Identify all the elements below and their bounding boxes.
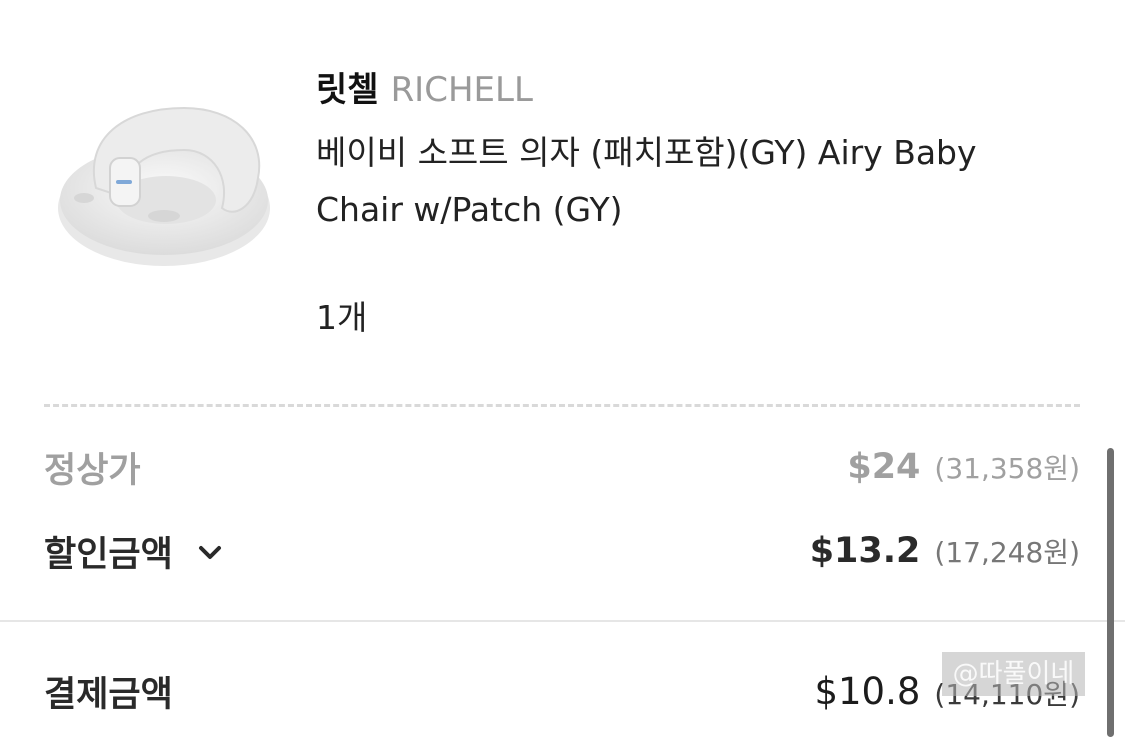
product-name[interactable]: 베이비 소프트 의자 (패치포함)(GY) Airy Baby Chair w/… xyxy=(316,124,1016,238)
total-label: 결제금액 xyxy=(44,674,173,715)
baby-chair-image xyxy=(58,106,270,266)
list-price-usd: $24 xyxy=(847,447,921,487)
chevron-down-icon[interactable] xyxy=(195,536,225,566)
total-row: 결제금액 $10.8 (14,110원) xyxy=(44,666,1080,716)
list-price-row: 정상가 $24 (31,358원) xyxy=(44,442,1080,492)
discount-label: 할인금액 xyxy=(44,534,173,575)
brand-line: 릿첼 RICHELL xyxy=(316,68,1036,112)
list-price-label: 정상가 xyxy=(44,450,141,491)
list-price-krw: (31,358원) xyxy=(934,452,1080,485)
product-thumbnail[interactable] xyxy=(44,68,284,288)
discount-usd: $13.2 xyxy=(809,531,921,571)
watermark: @따풀이네 xyxy=(942,652,1085,696)
product-quantity: 1개 xyxy=(316,298,368,337)
discount-row[interactable]: 할인금액 $13.2 (17,248원) xyxy=(44,526,1080,576)
order-summary-screen: 릿첼 RICHELL 베이비 소프트 의자 (패치포함)(GY) Airy Bab… xyxy=(0,0,1125,737)
scrollbar[interactable] xyxy=(1107,448,1114,737)
brand-name-korean: 릿첼 xyxy=(316,70,379,110)
brand-name-english: RICHELL xyxy=(390,70,533,110)
section-divider xyxy=(0,620,1125,622)
discount-value: $13.2 (17,248원) xyxy=(810,531,1080,571)
product-info: 릿첼 RICHELL 베이비 소프트 의자 (패치포함)(GY) Airy Bab… xyxy=(316,68,1036,238)
list-price-value: $24 (31,358원) xyxy=(847,447,1080,487)
discount-krw: (17,248원) xyxy=(934,536,1080,569)
discount-toggle[interactable]: 할인금액 xyxy=(44,526,225,577)
total-usd: $10.8 xyxy=(814,669,921,713)
dashed-divider xyxy=(44,404,1080,407)
